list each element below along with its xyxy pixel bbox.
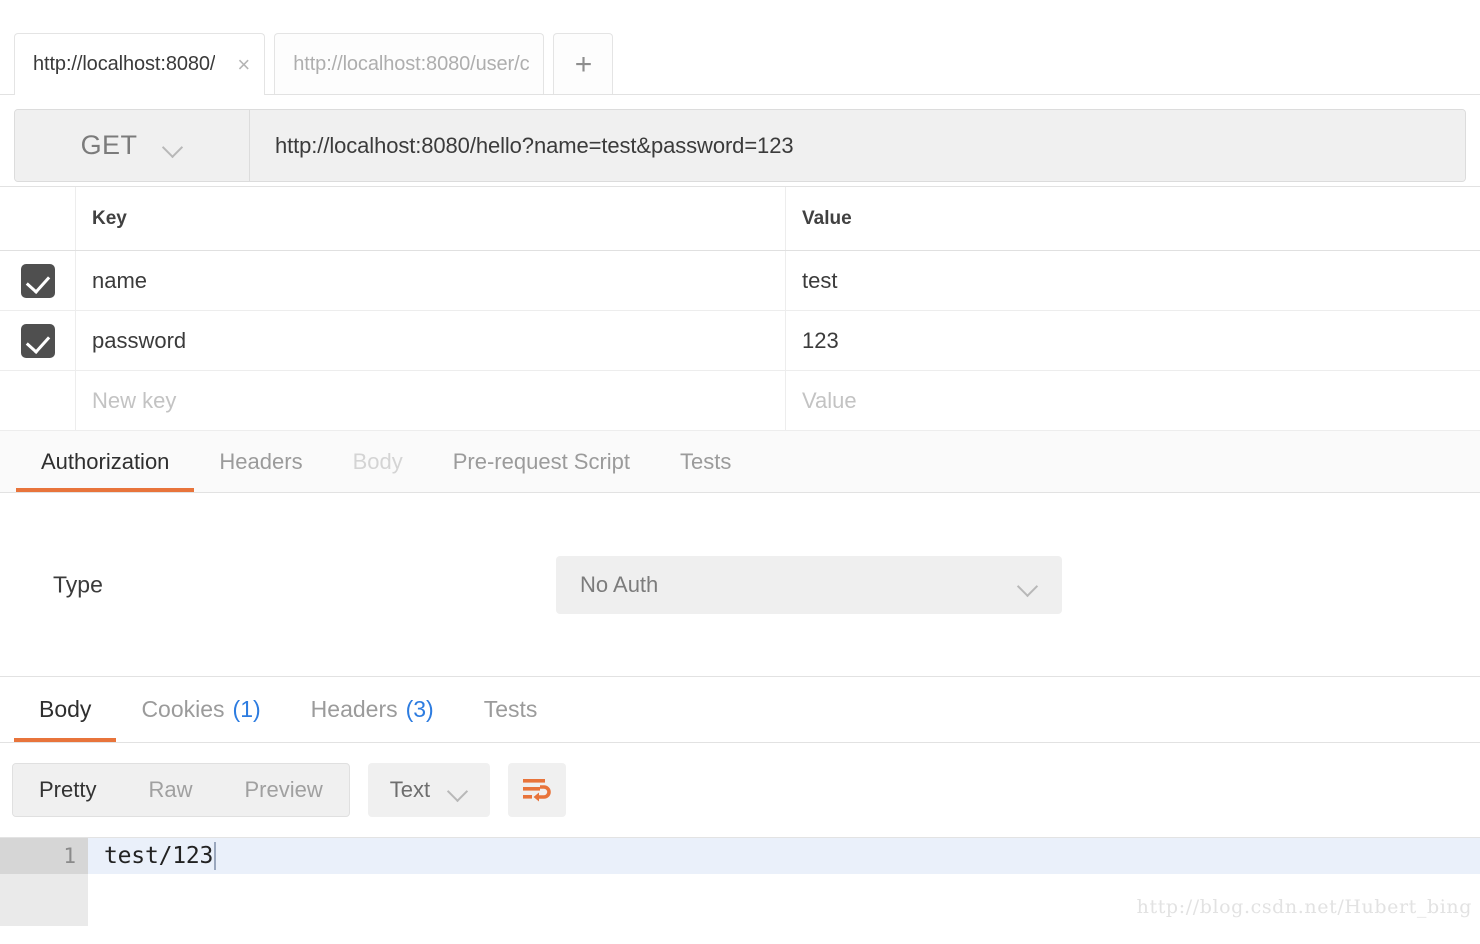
word-wrap-icon <box>523 779 551 802</box>
new-key-input[interactable]: New key <box>76 371 786 430</box>
chevron-down-icon <box>163 140 183 152</box>
param-key-0[interactable]: name <box>76 251 786 310</box>
response-tab-cookies[interactable]: Cookies (1) <box>116 677 285 742</box>
url-input[interactable]: http://localhost:8080/hello?name=test&pa… <box>250 110 1465 181</box>
tab-headers[interactable]: Headers <box>194 431 327 492</box>
table-row: password 123 <box>0 311 1480 371</box>
response-tab-body[interactable]: Body <box>14 677 117 742</box>
tab-authorization-label: Authorization <box>41 448 170 474</box>
auth-type-select[interactable]: No Auth <box>556 555 1062 614</box>
checkbox-checked-icon <box>20 263 55 298</box>
param-enabled-checkbox-1[interactable] <box>0 311 76 370</box>
word-wrap-button[interactable] <box>508 763 567 817</box>
tab-pre-request-script-label: Pre-request Script <box>452 448 631 474</box>
response-tab-body-label: Body <box>39 696 92 722</box>
params-header-key: Key <box>76 187 786 250</box>
response-toolbar: Pretty Raw Preview Text <box>0 743 1480 837</box>
table-row: name test <box>0 251 1480 311</box>
tab-authorization[interactable]: Authorization <box>16 431 195 492</box>
params-header-row: Key Value <box>0 187 1480 251</box>
response-tab-tests-label: Tests <box>483 696 538 722</box>
auth-type-value: No Auth <box>580 571 659 597</box>
response-tab-cookies-count: (1) <box>232 696 261 722</box>
request-tab-0-label: http://localhost:8080/ <box>33 53 216 75</box>
response-body-text: test/123 <box>104 843 214 869</box>
new-tab-button[interactable]: + <box>553 33 614 95</box>
text-caret <box>214 842 217 870</box>
watermark: http://blog.csdn.net/Hubert_bing <box>1136 896 1472 918</box>
code-line-1: 1 test/123 <box>0 838 1480 874</box>
params-header-check-cell <box>0 187 76 250</box>
response-format-value: Text <box>389 777 431 802</box>
tab-body-label: Body <box>352 448 403 474</box>
tab-tests-label: Tests <box>680 448 732 474</box>
view-mode-segmented-control: Pretty Raw Preview <box>12 763 350 817</box>
request-tab-1[interactable]: http://localhost:8080/user/c <box>274 33 545 95</box>
view-mode-preview[interactable]: Preview <box>218 764 348 816</box>
authorization-panel: Type No Auth <box>0 493 1480 677</box>
response-body-editor: 1 test/123 http://blog.csdn.net/Hubert_b… <box>0 837 1480 926</box>
tab-tests[interactable]: Tests <box>655 431 756 492</box>
response-tab-headers-label: Headers <box>310 696 398 722</box>
request-tab-strip: http://localhost:8080/ × http://localhos… <box>0 0 1480 96</box>
response-section-tabs: Body Cookies (1) Headers (3) Tests <box>0 677 1480 743</box>
params-new-row-check-cell <box>0 371 76 430</box>
param-value-1[interactable]: 123 <box>786 311 1480 370</box>
close-icon[interactable]: × <box>237 53 250 76</box>
url-bar-container: GET http://localhost:8080/hello?name=tes… <box>0 95 1480 186</box>
param-enabled-checkbox-0[interactable] <box>0 251 76 310</box>
request-tab-1-label: http://localhost:8080/user/c <box>293 53 530 75</box>
tab-pre-request-script[interactable]: Pre-request Script <box>428 431 655 492</box>
params-header-value: Value <box>802 207 852 229</box>
url-bar: GET http://localhost:8080/hello?name=tes… <box>14 109 1466 182</box>
view-mode-pretty[interactable]: Pretty <box>13 764 123 816</box>
chevron-down-icon <box>1018 579 1038 591</box>
response-format-select[interactable]: Text <box>367 763 491 817</box>
method-selector[interactable]: GET <box>15 110 250 181</box>
param-value-0[interactable]: test <box>786 251 1480 310</box>
response-tab-tests[interactable]: Tests <box>459 677 563 742</box>
tab-headers-label: Headers <box>219 448 303 474</box>
checkbox-checked-icon <box>20 323 55 358</box>
response-tab-cookies-label: Cookies <box>141 696 225 722</box>
new-value-input[interactable]: Value <box>786 371 1480 430</box>
param-key-1[interactable]: password <box>76 311 786 370</box>
params-table: Key Value name test password 123 New key… <box>0 186 1480 431</box>
postman-window: http://localhost:8080/ × http://localhos… <box>0 0 1480 944</box>
view-mode-raw[interactable]: Raw <box>122 764 218 816</box>
gutter-filler <box>0 874 88 926</box>
tab-body[interactable]: Body <box>328 431 428 492</box>
response-body-text-wrapper[interactable]: test/123 <box>88 838 217 874</box>
params-new-row: New key Value <box>0 371 1480 431</box>
method-label: GET <box>80 130 138 160</box>
chevron-down-icon <box>448 784 468 796</box>
request-section-tabs: Authorization Headers Body Pre-request S… <box>0 431 1480 493</box>
response-tab-headers-count: (3) <box>405 696 434 722</box>
response-tab-headers[interactable]: Headers (3) <box>286 677 459 742</box>
auth-type-label: Type <box>53 571 103 597</box>
line-number: 1 <box>0 838 88 874</box>
request-tab-0[interactable]: http://localhost:8080/ × <box>14 33 266 96</box>
